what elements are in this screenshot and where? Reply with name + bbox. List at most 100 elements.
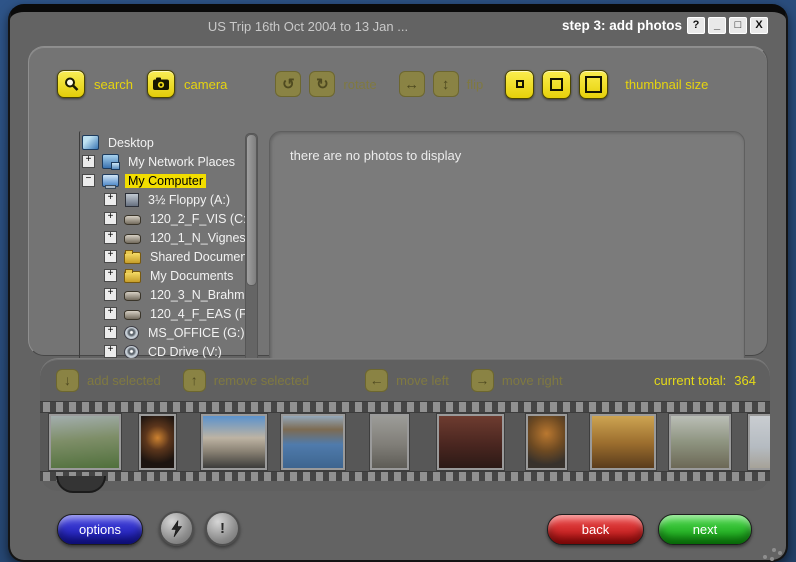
photo-display-panel[interactable]: there are no photos to display: [269, 131, 745, 381]
photo-thumbnail[interactable]: [669, 414, 731, 470]
expand-icon[interactable]: +: [104, 212, 117, 225]
thumbnail-size-medium-button[interactable]: [542, 70, 571, 99]
folder-icon: [124, 252, 141, 264]
tree-item-label: 120_2_F_VIS (C:): [147, 212, 245, 226]
remove-selected-button[interactable]: ↑: [183, 369, 206, 392]
floppy-icon: [125, 193, 139, 207]
move-right-button[interactable]: →: [471, 369, 494, 392]
photo-thumbnail[interactable]: [370, 414, 409, 470]
maximize-button[interactable]: □: [729, 17, 747, 34]
options-button[interactable]: options: [57, 514, 143, 545]
small-square-icon: [516, 80, 524, 88]
flip-vertical-icon: ↕: [442, 76, 450, 93]
expand-icon[interactable]: +: [104, 250, 117, 263]
exclamation-icon: !: [220, 520, 225, 537]
search-button[interactable]: [57, 70, 85, 98]
photo-thumbnail[interactable]: [437, 414, 504, 470]
expand-icon[interactable]: +: [104, 231, 117, 244]
collapse-icon[interactable]: −: [82, 174, 95, 187]
expand-icon[interactable]: +: [104, 269, 117, 282]
effects-button[interactable]: [159, 511, 194, 546]
rotate-ccw-icon: ↺: [282, 75, 295, 93]
up-arrow-icon: ↑: [191, 372, 198, 388]
current-total-label: current total:: [654, 373, 726, 388]
film-perforations-bottom: [40, 471, 770, 481]
photo-thumbnail[interactable]: [748, 414, 770, 470]
add-selected-button[interactable]: ↓: [56, 369, 79, 392]
flip-horizontal-icon: ↔: [404, 76, 419, 93]
thumbnail-size-label: thumbnail size: [625, 77, 708, 92]
empty-message: there are no photos to display: [290, 148, 461, 163]
tree-item[interactable]: +3½ Floppy (A:): [82, 190, 245, 209]
drive-icon: [124, 310, 141, 320]
warning-button[interactable]: !: [205, 511, 240, 546]
photo-thumbnail[interactable]: [590, 414, 656, 470]
rotate-cw-button[interactable]: ↻: [309, 71, 335, 97]
move-right-label: move right: [502, 373, 563, 388]
flip-vertical-button[interactable]: ↕: [433, 71, 459, 97]
filmstrip-panel: ↓ add selected ↑ remove selected ← move …: [40, 358, 770, 491]
tree-item[interactable]: Desktop: [82, 133, 245, 152]
thumbnail-size-large-button[interactable]: [579, 70, 608, 99]
search-label: search: [94, 77, 133, 92]
photo-thumbnail[interactable]: [49, 414, 121, 470]
window-controls: ? _ □ X: [687, 17, 768, 34]
camera-button[interactable]: [147, 70, 175, 98]
tree-scrollbar-thumb[interactable]: [246, 134, 257, 286]
main-panel: search camera ↺ ↻ rotate ↔: [28, 46, 768, 356]
toolbar: search camera ↺ ↻ rotate ↔: [57, 69, 747, 99]
folder-tree: Desktop+My Network Places − My Computer +3½…: [82, 133, 245, 377]
expand-icon[interactable]: +: [104, 326, 117, 339]
tree-item-label: 3½ Floppy (A:): [145, 193, 233, 207]
tree-item-label: My Computer: [125, 174, 206, 188]
thumbnail-size-small-button[interactable]: [505, 70, 534, 99]
tree-item[interactable]: +My Documents: [82, 266, 245, 285]
expand-icon[interactable]: +: [104, 345, 117, 358]
tree-item[interactable]: +120_4_F_EAS (F:): [82, 304, 245, 323]
move-left-button[interactable]: ←: [365, 369, 388, 392]
cd-icon: [124, 326, 139, 340]
tree-item[interactable]: +My Network Places: [82, 152, 245, 171]
next-button[interactable]: next: [658, 514, 752, 545]
remove-selected-label: remove selected: [214, 373, 309, 388]
down-arrow-icon: ↓: [64, 372, 71, 388]
current-total: current total:364: [654, 373, 756, 388]
back-button[interactable]: back: [547, 514, 644, 545]
title-bar[interactable]: US Trip 16th Oct 2004 to 13 Jan ... step…: [10, 12, 786, 42]
drive-icon: [124, 291, 141, 301]
tree-item[interactable]: +120_1_N_Vignesw: [82, 228, 245, 247]
tree-item[interactable]: − My Computer: [82, 171, 245, 190]
tree-item-label: Shared Document: [147, 250, 245, 264]
tree-item[interactable]: + MS_OFFICE (G:): [82, 323, 245, 342]
expand-icon[interactable]: +: [82, 155, 95, 168]
window-title: US Trip 16th Oct 2004 to 13 Jan ...: [10, 19, 606, 34]
tree-item[interactable]: +120_2_F_VIS (C:): [82, 209, 245, 228]
tree-scrollbar[interactable]: [245, 133, 258, 375]
tree-item[interactable]: +120_3_N_Brahma: [82, 285, 245, 304]
tree-item-label: MS_OFFICE (G:): [145, 326, 245, 340]
camera-label: camera: [184, 77, 227, 92]
filmstrip-handle[interactable]: [56, 476, 106, 493]
expand-icon[interactable]: +: [104, 307, 117, 320]
rotate-ccw-button[interactable]: ↺: [275, 71, 301, 97]
search-icon: [63, 76, 80, 93]
tree-item-label: 120_1_N_Vignesw: [147, 231, 245, 245]
resize-grip-icon[interactable]: [772, 548, 776, 552]
desktop-background: US Trip 16th Oct 2004 to 13 Jan ... step…: [0, 0, 796, 562]
tree-item[interactable]: + Shared Document: [82, 247, 245, 266]
tree-item-label: 120_4_F_EAS (F:): [147, 307, 245, 321]
expand-icon[interactable]: +: [104, 193, 117, 206]
photo-thumbnail[interactable]: [281, 414, 345, 470]
help-button[interactable]: ?: [687, 17, 705, 34]
flip-horizontal-button[interactable]: ↔: [399, 71, 425, 97]
desktop-icon: [82, 135, 99, 150]
photo-thumbnail[interactable]: [526, 414, 567, 470]
photo-thumbnail[interactable]: [139, 414, 176, 470]
cd-icon: [124, 345, 139, 359]
minimize-button[interactable]: _: [708, 17, 726, 34]
app-window: US Trip 16th Oct 2004 to 13 Jan ... step…: [8, 4, 788, 562]
expand-icon[interactable]: +: [104, 288, 117, 301]
photo-thumbnail[interactable]: [201, 414, 267, 470]
add-selected-label: add selected: [87, 373, 161, 388]
close-button[interactable]: X: [750, 17, 768, 34]
